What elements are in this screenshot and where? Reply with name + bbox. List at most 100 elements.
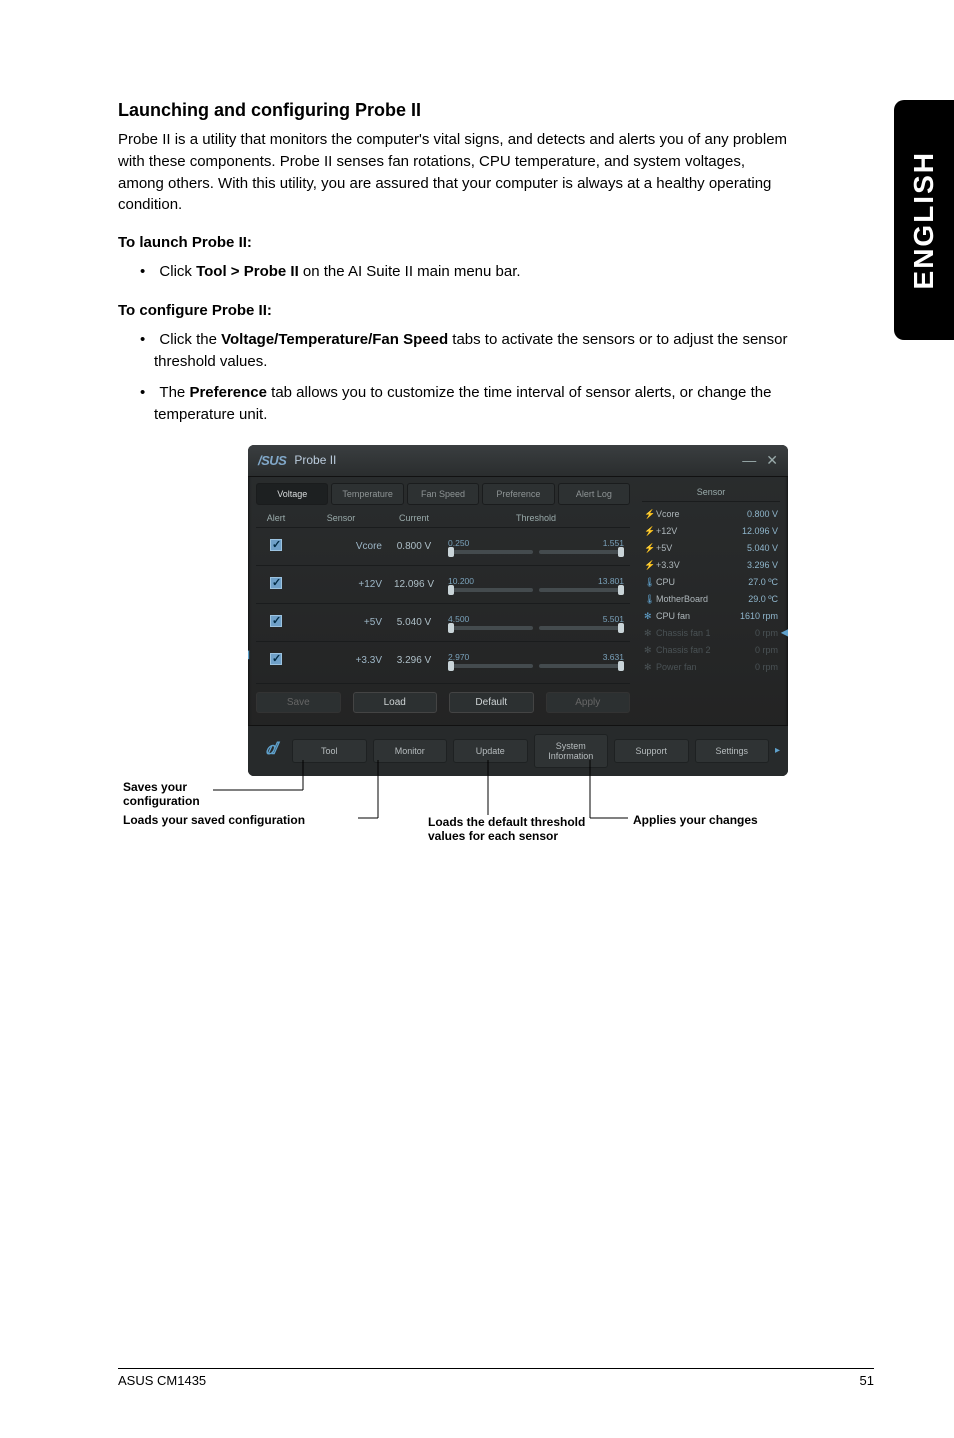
sensor-row: +5V5.040 V4.5005.501 (256, 603, 630, 641)
launch-item: Click Tool > Probe II on the AI Suite II… (118, 261, 790, 284)
callout-default: Loads the default threshold values for e… (428, 815, 588, 843)
configure-subhead: To configure Probe II: (118, 302, 790, 319)
sensor-panel-value: 0 rpm (755, 645, 778, 655)
sensor-panel-item: ⚡+12V12.096 V (642, 523, 780, 540)
col-sensor: Sensor (296, 513, 386, 523)
alert-checkbox[interactable] (270, 577, 282, 589)
tab-alert-log[interactable]: Alert Log (558, 483, 630, 505)
sensor-panel-label: CPU (656, 577, 748, 587)
sensor-panel-label: +3.3V (656, 560, 747, 570)
page-content: Launching and configuring Probe II Probe… (0, 0, 870, 776)
leader-default (478, 760, 498, 815)
alert-checkbox[interactable] (270, 539, 282, 551)
tab-fan-speed[interactable]: Fan Speed (407, 483, 479, 505)
sensor-panel-value: 1610 rpm (740, 611, 778, 621)
sensor-row: Vcore0.800 V0.2501.551 (256, 527, 630, 565)
threshold-slider[interactable]: 4.5005.501 (442, 614, 630, 630)
sensor-panel-label: +12V (656, 526, 742, 536)
sensor-panel-value: 12.096 V (742, 526, 778, 536)
sensor-panel-item: ⚡+5V5.040 V (642, 540, 780, 557)
left-panel: Voltage Temperature Fan Speed Preference… (248, 477, 638, 725)
default-button[interactable]: Default (449, 692, 534, 713)
configure-list: Click the Voltage/Temperature/Fan Speed … (118, 329, 790, 427)
rows-host: Vcore0.800 V0.2501.551+12V12.096 V10.200… (256, 527, 630, 679)
bottom-toolbar: ⅆ Tool Monitor Update System Information… (248, 725, 788, 776)
sensor-panel-item: ✻Power fan0 rpm (642, 659, 780, 676)
sensor-panel-item: 🌡CPU27.0 ºC (642, 574, 780, 591)
tab-temperature[interactable]: Temperature (331, 483, 403, 505)
configure-item-2: The Preference tab allows you to customi… (118, 382, 790, 427)
sensor-panel-value: 0 rpm (755, 628, 778, 638)
titlebar: /SUS Probe II — ✕ (248, 445, 788, 477)
scroll-left-icon[interactable]: ◀ (248, 647, 249, 661)
col-current: Current (386, 513, 442, 523)
sensor-panel-value: 5.040 V (747, 543, 778, 553)
sensor-type-icon: ⚡ (644, 543, 656, 554)
language-tab-text: ENGLISH (908, 151, 940, 289)
sensor-panel-label: CPU fan (656, 611, 740, 621)
sensor-panel-item: 🌡MotherBoard29.0 ºC (642, 591, 780, 608)
col-alert: Alert (256, 513, 296, 523)
callout-load: Loads your saved configuration (123, 813, 305, 827)
intro-paragraph: Probe II is a utility that monitors the … (118, 129, 790, 216)
tabs-row: Voltage Temperature Fan Speed Preference… (256, 483, 630, 505)
sensor-type-icon: 🌡 (644, 577, 656, 588)
sensor-panel-value: 0 rpm (755, 662, 778, 672)
sensor-panel-label: Power fan (656, 662, 755, 672)
sensor-current: 3.296 V (386, 655, 442, 666)
section-heading: Launching and configuring Probe II (118, 100, 790, 121)
sensor-current: 0.800 V (386, 541, 442, 552)
sensor-panel-label: MotherBoard (656, 594, 748, 604)
window-title: Probe II (294, 453, 336, 467)
toolbar-more-icon[interactable]: ▸ (775, 745, 780, 756)
sensor-panel-label: Chassis fan 1 (656, 628, 755, 638)
alert-checkbox[interactable] (270, 615, 282, 627)
footer-left: ASUS CM1435 (118, 1373, 206, 1388)
sensor-current: 12.096 V (386, 579, 442, 590)
launch-subhead: To launch Probe II: (118, 234, 790, 251)
threshold-slider[interactable]: 0.2501.551 (442, 538, 630, 554)
sensor-panel-value: 29.0 ºC (748, 594, 778, 604)
threshold-slider[interactable]: 10.20013.801 (442, 576, 630, 592)
asus-logo: /SUS (258, 453, 286, 468)
button-row: Save Load Default Apply (256, 683, 630, 717)
close-icon[interactable]: ✕ (766, 452, 778, 469)
sensor-panel-host: ⚡Vcore0.800 V⚡+12V12.096 V⚡+5V5.040 V⚡+3… (642, 506, 780, 676)
sensor-row: +3.3V3.296 V2.9703.631 (256, 641, 630, 679)
sensor-panel-value: 27.0 ºC (748, 577, 778, 587)
sensor-panel-head: Sensor (642, 483, 780, 502)
sensor-panel-value: 0.800 V (747, 509, 778, 519)
load-button[interactable]: Load (353, 692, 438, 713)
sensor-type-icon: ✻ (644, 611, 656, 622)
footer-right: 51 (860, 1373, 874, 1388)
save-button[interactable]: Save (256, 692, 341, 713)
sensor-type-icon: ✻ (644, 662, 656, 673)
tab-voltage[interactable]: Voltage (256, 483, 328, 505)
sensor-type-icon: 🌡 (644, 594, 656, 605)
sensor-panel-item: ✻Chassis fan 10 rpm (642, 625, 780, 642)
threshold-slider[interactable]: 2.9703.631 (442, 652, 630, 668)
sensor-panel-item: ⚡Vcore0.800 V (642, 506, 780, 523)
sensor-type-icon: ✻ (644, 628, 656, 639)
leader-load (358, 760, 398, 820)
sensor-current: 5.040 V (386, 617, 442, 628)
sensor-panel-item: ✻Chassis fan 20 rpm (642, 642, 780, 659)
alert-checkbox[interactable] (270, 653, 282, 665)
scroll-right-icon[interactable]: ◀ (781, 625, 788, 639)
callout-apply: Applies your changes (633, 813, 758, 827)
apply-button[interactable]: Apply (546, 692, 631, 713)
minimize-icon[interactable]: — (742, 452, 756, 469)
tab-preference[interactable]: Preference (482, 483, 554, 505)
probe-window: /SUS Probe II — ✕ Voltage Temperature Fa… (248, 445, 788, 776)
callout-save: Saves your configuration (123, 780, 233, 808)
col-threshold: Threshold (442, 513, 630, 523)
leader-apply (590, 760, 650, 820)
sensor-name: +12V (296, 579, 386, 590)
probe-window-wrap: /SUS Probe II — ✕ Voltage Temperature Fa… (248, 445, 788, 776)
window-controls: — ✕ (742, 452, 778, 469)
sensor-row: +12V12.096 V10.20013.801 (256, 565, 630, 603)
configure-item-1: Click the Voltage/Temperature/Fan Speed … (118, 329, 790, 374)
language-tab: ENGLISH (894, 100, 954, 340)
toolbar-settings[interactable]: Settings (695, 739, 770, 763)
sensor-panel-label: Vcore (656, 509, 747, 519)
